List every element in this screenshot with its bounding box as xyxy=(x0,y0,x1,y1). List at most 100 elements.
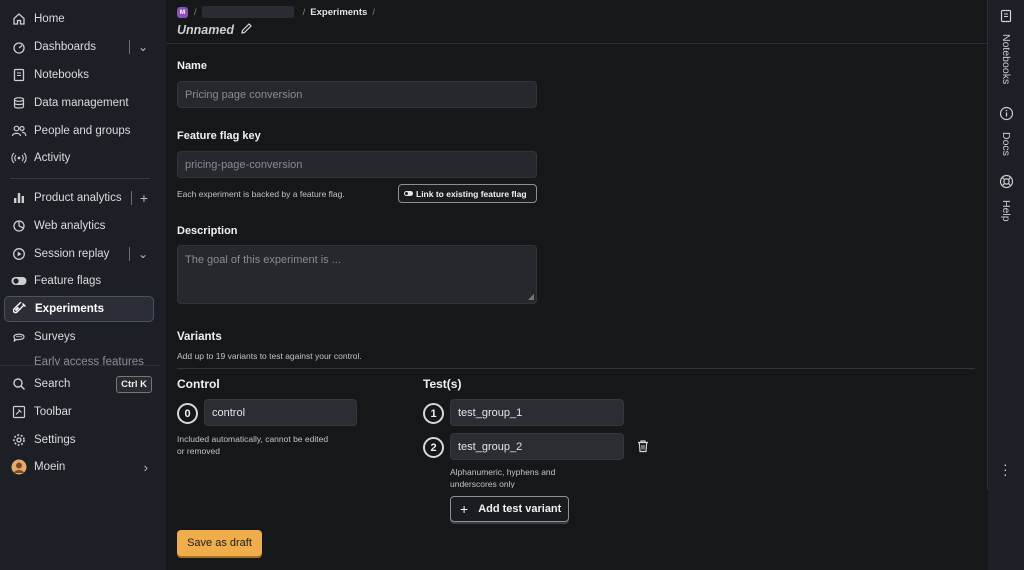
sidebar-item-label: Home xyxy=(34,13,65,25)
plus-icon: + xyxy=(460,501,469,517)
sidebar-item-home[interactable]: Home xyxy=(4,6,154,32)
flag-placeholder: pricing-page-conversion xyxy=(185,158,303,171)
sidebar-item-label: Early access features xyxy=(34,356,144,365)
toolbar-icon xyxy=(10,403,28,421)
description-placeholder: The goal of this experiment is ... xyxy=(185,254,341,266)
sidebar-item-label: Search xyxy=(34,378,71,390)
variants-divider xyxy=(177,368,975,369)
sidebar-item-label: Toolbar xyxy=(34,406,72,418)
variants-label: Variants xyxy=(177,331,222,343)
control-note-line: or removed xyxy=(177,446,220,456)
home-icon xyxy=(10,10,28,28)
tests-note-line: Alphanumeric, hyphens and xyxy=(450,467,556,477)
rail-item-docs[interactable]: Docs xyxy=(988,106,1024,156)
sidebar-item-label: People and groups xyxy=(34,125,131,137)
name-label: Name xyxy=(177,60,207,72)
sidebar-item-label: Product analytics xyxy=(34,192,122,204)
rail-item-help[interactable]: Help xyxy=(988,174,1024,222)
play-icon xyxy=(10,245,28,263)
sidebar-item-notebooks[interactable]: Notebooks xyxy=(4,62,154,88)
control-label: Control xyxy=(177,377,220,391)
sidebar-item-label: Moein xyxy=(34,461,66,473)
add-variant-label: Add test variant xyxy=(478,503,562,515)
sidebar-item-feature-flags[interactable]: Feature flags xyxy=(4,268,154,294)
rail-item-notebooks[interactable]: Notebooks xyxy=(988,9,1024,84)
sidebar-item-account[interactable]: Moein › xyxy=(4,454,154,480)
feature-flag-key-field[interactable]: pricing-page-conversion xyxy=(177,151,537,178)
page-title-text: Unnamed xyxy=(177,23,234,37)
link-feature-flag-button[interactable]: Link to existing feature flag xyxy=(398,184,537,203)
save-as-draft-button[interactable]: Save as draft xyxy=(177,530,262,556)
feature-flag-key-label: Feature flag key xyxy=(177,130,261,142)
pencil-icon[interactable] xyxy=(240,22,253,38)
search-icon xyxy=(10,375,28,393)
sidebar-item-label: Data management xyxy=(34,97,129,109)
chevron-down-icon[interactable]: ⌄ xyxy=(138,40,148,54)
shortcut-badge: Ctrl K xyxy=(116,375,152,393)
breadcrumb: M / / Experiments / xyxy=(177,6,380,18)
tests-note: Alphanumeric, hyphens and underscores on… xyxy=(450,466,555,488)
test-variant-input[interactable]: test_group_1 xyxy=(450,399,624,426)
flag-helper-text: Each experiment is backed by a feature f… xyxy=(177,189,345,199)
pie-chart-icon xyxy=(10,217,28,235)
info-icon xyxy=(999,106,1014,126)
test-variant-value: test_group_1 xyxy=(458,406,523,419)
description-label: Description xyxy=(177,225,238,237)
trash-icon[interactable] xyxy=(636,439,650,458)
control-note: Included automatically, cannot be edited… xyxy=(177,433,328,457)
activity-icon xyxy=(10,149,28,167)
toggle-icon xyxy=(10,272,28,290)
name-placeholder: Pricing page conversion xyxy=(185,88,303,101)
dashboards-icon xyxy=(10,38,28,56)
sidebar-item-experiments[interactable]: Experiments xyxy=(4,296,154,322)
control-variant-value: control xyxy=(212,406,246,419)
sidebar-item-toolbar[interactable]: Toolbar xyxy=(4,399,154,425)
sidebar-item-label: Dashboards xyxy=(34,41,97,53)
sidebar-item-search[interactable]: Search Ctrl K xyxy=(4,371,154,397)
variant-number-1: 1 xyxy=(423,403,444,424)
people-icon xyxy=(10,122,28,140)
sidebar-item-label: Experiments xyxy=(35,303,105,315)
test-variant-input[interactable]: test_group_2 xyxy=(450,433,624,460)
sidebar-divider xyxy=(10,178,150,179)
breadcrumb-experiments[interactable]: Experiments xyxy=(310,7,367,18)
sidebar-item-session-replay[interactable]: Session replay ⌄ xyxy=(4,241,154,267)
sidebar-item-dashboards[interactable]: Dashboards ⌄ xyxy=(4,34,154,60)
sidebar-item-product-analytics[interactable]: Product analytics + xyxy=(4,185,154,211)
add-test-variant-button[interactable]: + Add test variant xyxy=(450,496,569,522)
gear-icon xyxy=(10,431,28,449)
control-variant-input: control xyxy=(204,399,357,426)
plus-icon[interactable]: + xyxy=(140,190,148,206)
description-field[interactable]: The goal of this experiment is ... ◢ xyxy=(177,245,537,304)
rail-label: Notebooks xyxy=(1000,34,1012,85)
flask-icon xyxy=(11,300,29,318)
sidebar-item-data-management[interactable]: Data management xyxy=(4,90,154,116)
sidebar-item-surveys[interactable]: Surveys xyxy=(4,324,154,350)
resize-handle-icon[interactable]: ◢ xyxy=(528,292,534,301)
page-title: Unnamed xyxy=(177,22,253,38)
sidebar-item-label: Activity xyxy=(34,152,71,164)
notebook-icon xyxy=(999,9,1013,28)
avatar xyxy=(10,458,28,476)
name-field[interactable]: Pricing page conversion xyxy=(177,81,537,108)
header-divider xyxy=(166,43,988,44)
sidebar-item-label: Session replay xyxy=(34,248,110,260)
sidebar-item-settings[interactable]: Settings xyxy=(4,427,154,453)
sidebar-item-early-access[interactable]: Early access features xyxy=(10,356,150,365)
control-note-line: Included automatically, cannot be edited xyxy=(177,434,329,444)
test-variant-value: test_group_2 xyxy=(458,440,523,453)
project-badge[interactable]: M xyxy=(177,6,188,18)
sidebar-item-people[interactable]: People and groups xyxy=(4,118,154,144)
sidebar-item-web-analytics[interactable]: Web analytics xyxy=(4,213,154,239)
notebook-icon xyxy=(10,66,28,84)
sidebar-item-activity[interactable]: Activity xyxy=(4,145,154,171)
database-icon xyxy=(10,94,28,112)
chevron-down-icon[interactable]: ⌄ xyxy=(138,247,148,261)
breadcrumb-redacted xyxy=(201,6,294,18)
tests-note-line: underscores only xyxy=(450,479,515,488)
sidebar-item-label: Web analytics xyxy=(34,220,106,232)
more-options-icon[interactable]: · · · xyxy=(1003,457,1008,481)
sidebar-divider xyxy=(0,365,160,366)
main-panel: M / / Experiments / Unnamed Name Pricing… xyxy=(166,0,988,570)
rail-label: Docs xyxy=(1000,132,1012,156)
